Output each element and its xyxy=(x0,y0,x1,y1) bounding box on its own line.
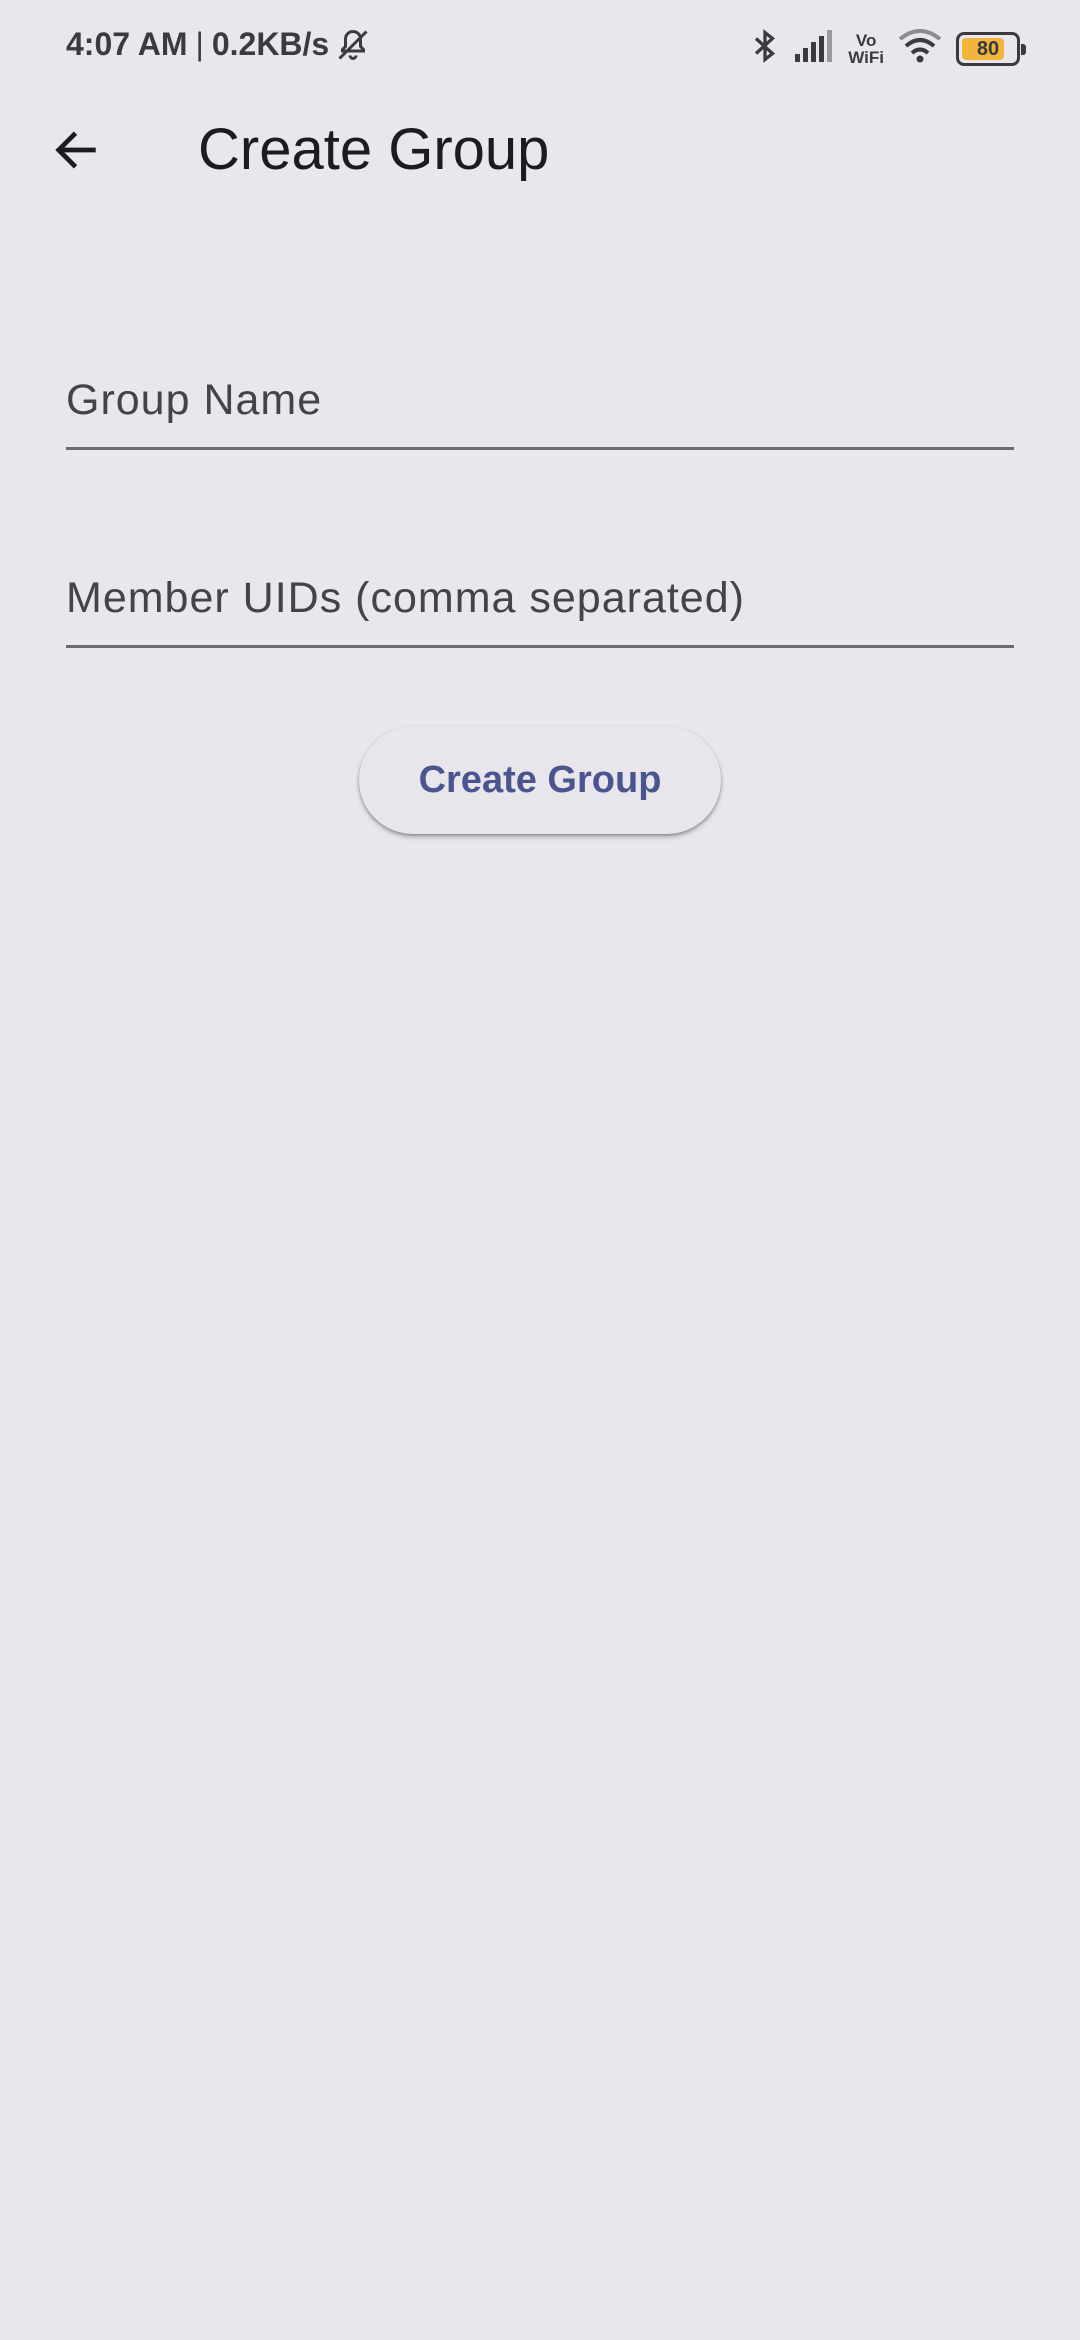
status-separator: | xyxy=(195,26,204,62)
wifi-icon xyxy=(898,29,942,68)
status-right: Vo WiFi 80 xyxy=(750,28,1026,69)
page-title: Create Group xyxy=(198,117,550,182)
member-uids-input[interactable] xyxy=(66,584,1014,635)
vowifi-bottom: WiFi xyxy=(848,47,884,67)
signal-icon xyxy=(794,30,834,67)
group-name-input[interactable] xyxy=(66,386,1014,437)
battery-level: 80 xyxy=(976,37,1000,60)
member-uids-field[interactable]: Member UIDs (comma separated) xyxy=(66,528,1014,648)
bluetooth-icon xyxy=(750,28,780,69)
mute-notification-icon xyxy=(335,27,371,63)
arrow-left-icon xyxy=(50,124,102,181)
vowifi-icon: Vo WiFi xyxy=(848,32,884,66)
battery-icon: 80 xyxy=(956,31,1026,66)
app-bar: Create Group xyxy=(0,96,1080,208)
create-group-button[interactable]: Create Group xyxy=(359,726,721,834)
back-button[interactable] xyxy=(28,104,124,200)
vowifi-top: Vo xyxy=(855,30,877,50)
status-time: 4:07 AM xyxy=(66,26,188,62)
status-left: 4:07 AM | 0.2KB/s xyxy=(66,26,371,63)
network-speed: 0.2KB/s xyxy=(211,26,330,62)
status-bar: 4:07 AM | 0.2KB/s Vo WiFi 80 xyxy=(0,0,1080,96)
group-name-field[interactable]: Group Name xyxy=(66,330,1014,450)
